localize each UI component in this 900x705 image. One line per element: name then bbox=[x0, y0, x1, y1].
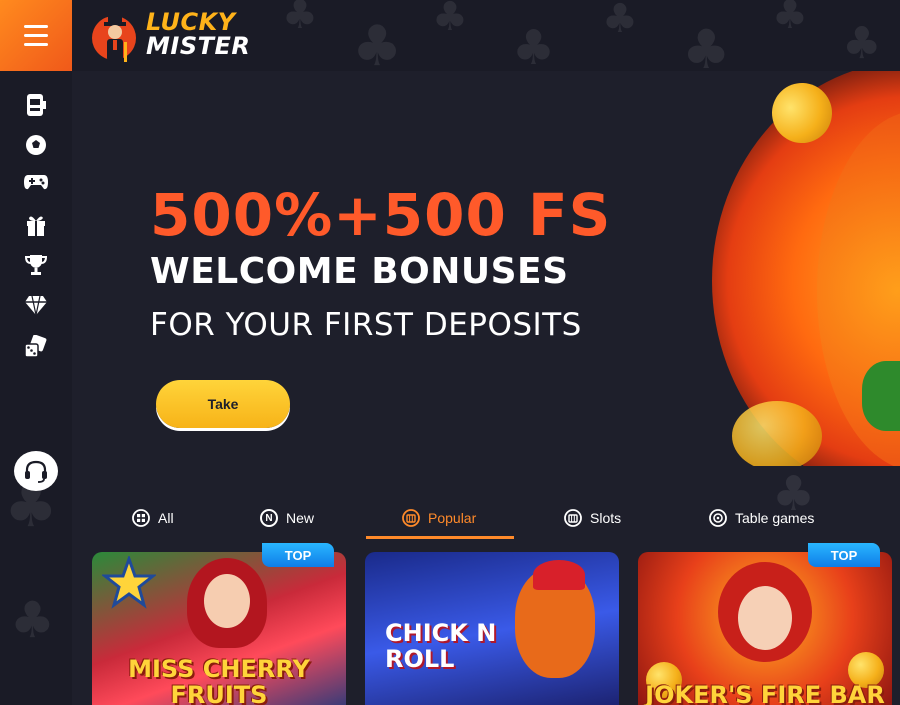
new-icon: N bbox=[260, 509, 278, 527]
santa-hat-art bbox=[533, 560, 585, 590]
tab-label: New bbox=[286, 510, 315, 526]
tab-label: Slots bbox=[590, 510, 622, 526]
diamond-icon bbox=[25, 295, 47, 316]
hero-tagline: FOR YOUR FIRST DEPOSITS bbox=[150, 307, 582, 343]
support-button[interactable] bbox=[14, 451, 58, 491]
clover-decoration-icon: ♣ bbox=[602, 0, 638, 42]
tab-table-games[interactable]: Table games bbox=[709, 504, 814, 532]
game-title: MISS CHERRY FRUITS bbox=[128, 655, 310, 705]
tab-label: Popular bbox=[428, 510, 477, 526]
popular-icon bbox=[402, 509, 420, 527]
gamepad-icon bbox=[24, 175, 48, 190]
game-card-miss-cherry-fruits[interactable]: MISS CHERRY FRUITS bbox=[92, 552, 346, 705]
tab-slots[interactable]: Slots bbox=[564, 504, 621, 532]
hero-subtitle: WELCOME BONUSES bbox=[150, 251, 569, 292]
top-badge: TOP bbox=[262, 543, 334, 567]
grid-icon bbox=[132, 509, 150, 527]
game-category-tabs: ♣ All N New Popular Slots Table games bbox=[72, 466, 900, 546]
clover-decoration-icon: ♣ bbox=[512, 20, 556, 76]
active-tab-indicator bbox=[366, 536, 514, 539]
star-icon bbox=[102, 556, 156, 609]
sidebar-item-bonuses[interactable] bbox=[22, 211, 50, 239]
clover-decoration-icon: ♣ bbox=[432, 0, 468, 40]
sidebar-item-slots[interactable] bbox=[22, 91, 50, 119]
tab-new[interactable]: N New bbox=[260, 504, 314, 532]
menu-button[interactable] bbox=[0, 0, 72, 71]
sidebar-item-table-games[interactable] bbox=[22, 333, 50, 361]
dice-icon bbox=[24, 335, 47, 358]
clover-decoration-icon: ♣ bbox=[772, 0, 808, 38]
hamburger-icon bbox=[24, 22, 48, 49]
game-card-chick-n-roll[interactable]: CHICK N ROLL bbox=[365, 552, 619, 705]
game-title: JOKER'S FIRE BAR bbox=[645, 681, 885, 705]
character-face bbox=[204, 574, 250, 628]
hero-title: 500%+500 FS bbox=[150, 181, 612, 249]
clover-decoration-icon: ♣ bbox=[842, 18, 882, 69]
slot-machine-icon bbox=[27, 94, 46, 116]
sidebar: ♣ ♣ bbox=[0, 71, 72, 705]
gift-icon bbox=[27, 216, 45, 236]
frog-mascot-icon bbox=[862, 361, 900, 431]
joker-face-art bbox=[738, 586, 792, 650]
clover-decoration-icon: ♣ bbox=[282, 0, 318, 38]
coin-icon bbox=[732, 401, 822, 466]
game-title: CHICK N ROLL bbox=[385, 619, 497, 673]
clover-decoration-icon: ♣ bbox=[10, 591, 55, 649]
hero-banner[interactable]: 500%+500 FS WELCOME BONUSES FOR YOUR FIR… bbox=[72, 71, 900, 466]
trophy-icon bbox=[24, 255, 48, 275]
tab-label: Table games bbox=[735, 510, 815, 526]
take-bonus-button[interactable]: Take bbox=[156, 380, 290, 428]
top-badge: TOP bbox=[808, 543, 880, 567]
tab-popular[interactable]: Popular bbox=[402, 504, 476, 532]
sidebar-item-tournaments[interactable] bbox=[22, 251, 50, 279]
tab-label: All bbox=[158, 510, 174, 526]
sidebar-item-vip[interactable] bbox=[22, 291, 50, 319]
headset-icon bbox=[25, 460, 47, 483]
game-card-jokers-fire-bar[interactable]: JOKER'S FIRE BAR bbox=[638, 552, 892, 705]
table-games-icon bbox=[709, 509, 727, 527]
soccer-ball-icon bbox=[26, 135, 46, 155]
logo-line2: MISTER bbox=[146, 32, 251, 60]
slots-icon bbox=[564, 509, 582, 527]
sidebar-item-games[interactable] bbox=[22, 168, 50, 196]
sidebar-item-sports[interactable] bbox=[22, 131, 50, 159]
clover-decoration-icon: ♣ bbox=[352, 14, 403, 79]
tab-all[interactable]: All bbox=[132, 504, 174, 532]
